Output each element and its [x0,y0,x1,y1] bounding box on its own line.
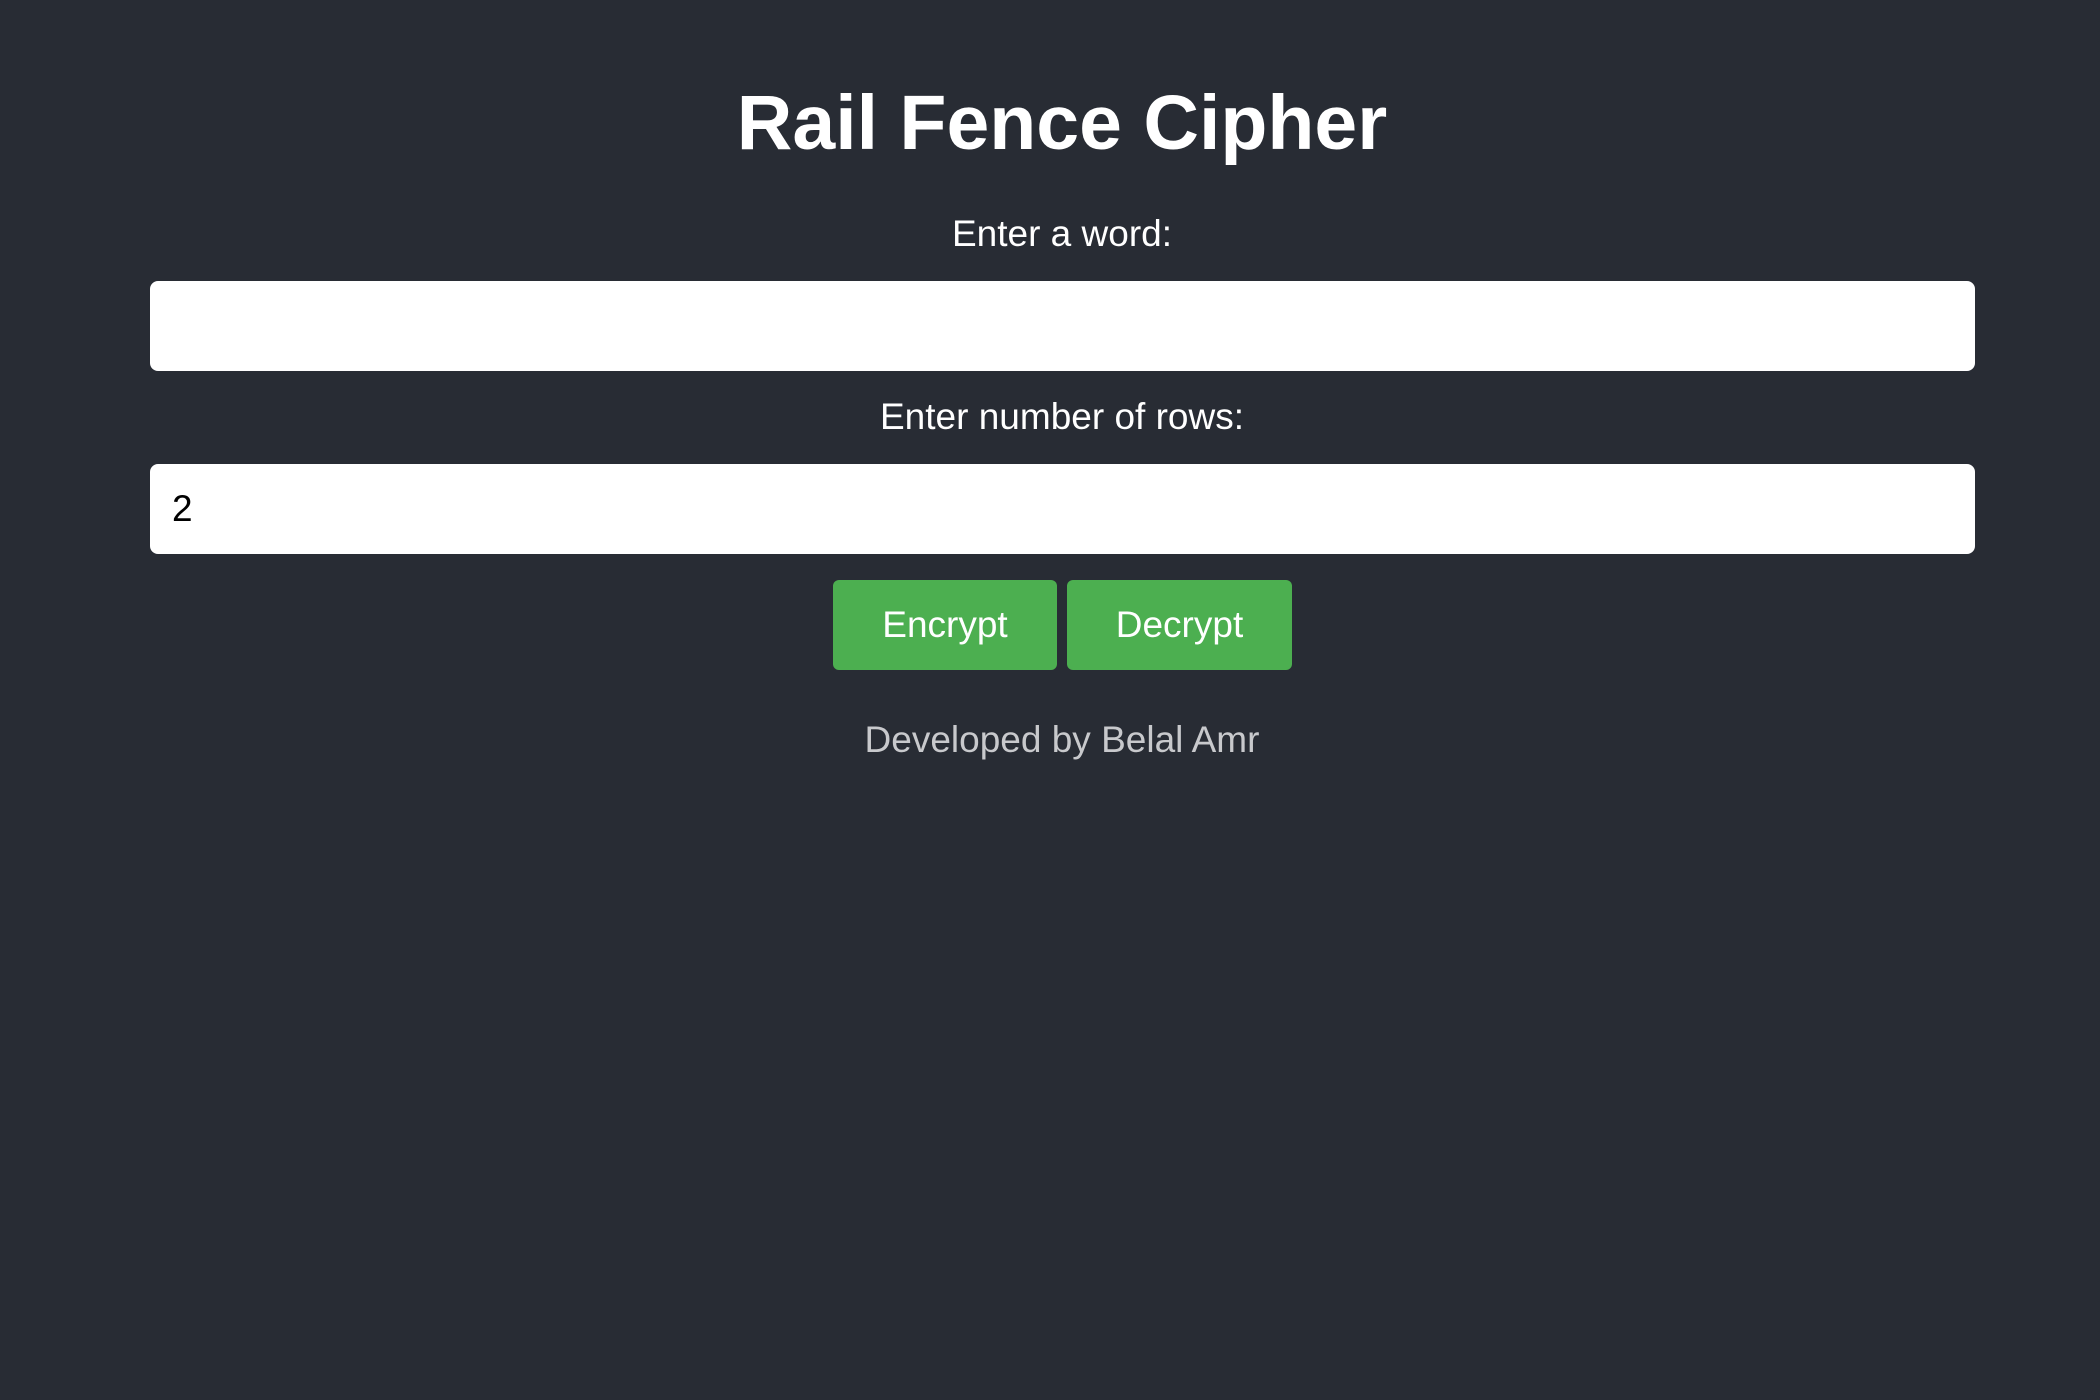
developer-credit: Developed by Belal Amr [864,719,1260,760]
page-title: Rail Fence Cipher [736,80,1388,166]
rows-label: Enter number of rows: [880,396,1244,437]
page: Rail Fence Cipher Enter a word: Enter nu… [0,0,2100,1400]
encrypt-button[interactable]: Encrypt [833,580,1057,670]
rows-input[interactable] [150,464,1975,554]
decrypt-button[interactable]: Decrypt [1067,580,1292,670]
action-buttons: Encrypt Decrypt [833,580,1292,670]
word-label: Enter a word: [951,213,1173,254]
word-input[interactable] [150,281,1975,371]
